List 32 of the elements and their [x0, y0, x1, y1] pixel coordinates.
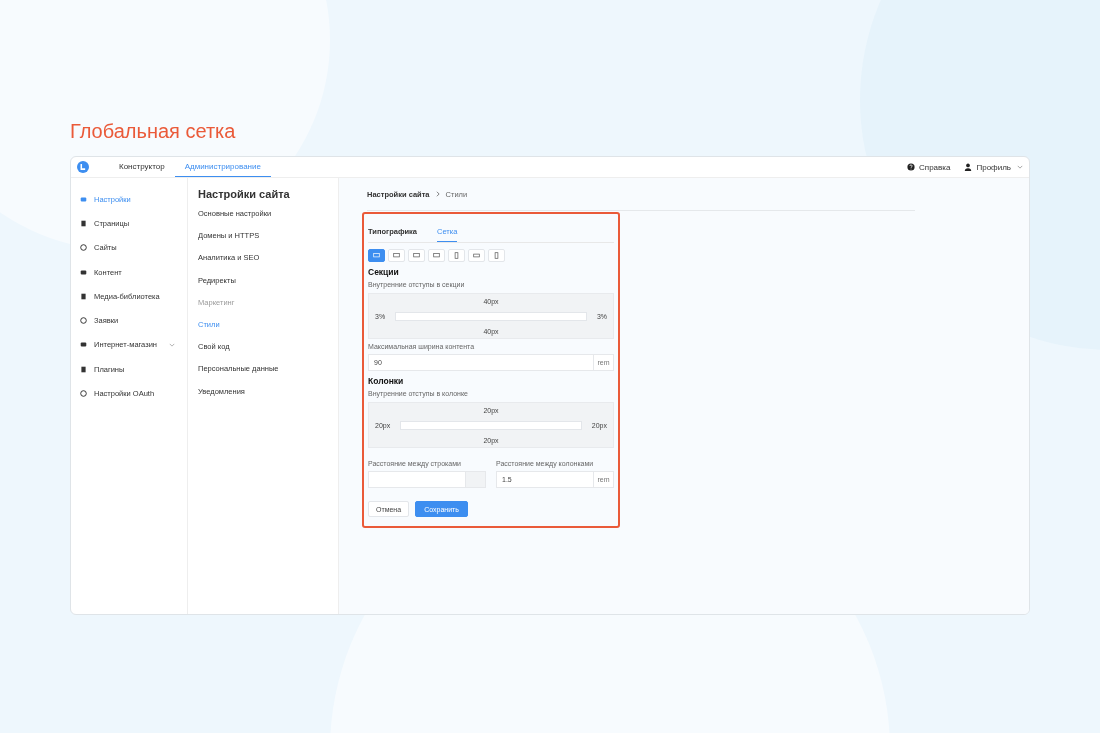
panel-title: Настройки сайта: [198, 188, 291, 200]
device-button[interactable]: [368, 249, 385, 262]
chevron-down-icon: [169, 342, 175, 347]
monitor-icon: [413, 252, 420, 259]
row-gap-field[interactable]: [368, 471, 486, 488]
menu-item-icon: [80, 195, 87, 203]
profile-menu[interactable]: Профиль: [976, 162, 1011, 172]
nav-tab[interactable]: Конструктор: [109, 157, 175, 177]
help-icon[interactable]: [907, 163, 916, 171]
section-title: Секции: [368, 267, 400, 277]
logo-icon: [77, 161, 89, 173]
section-title: Колонки: [368, 376, 405, 386]
menu-item-icon: [80, 390, 87, 397]
menu-item-icon: [80, 341, 87, 349]
menu-item-icon: [80, 365, 87, 373]
nav-tab[interactable]: Администрирование: [174, 157, 271, 177]
menu-item-icon: [80, 292, 87, 300]
help-link[interactable]: Справка: [919, 162, 951, 172]
phone-icon: [453, 252, 460, 259]
monitor-icon: [393, 252, 400, 259]
page-heading: Глобальная сетка: [69, 119, 237, 144]
monitor-icon: [373, 252, 380, 259]
user-icon: [964, 163, 973, 171]
chevron-right-icon: [435, 191, 440, 197]
menu-item-icon: [80, 268, 87, 276]
menu-item-icon: [80, 219, 87, 227]
chevron-down-icon: [1017, 165, 1023, 169]
menu-item-icon: [80, 317, 87, 325]
tablet-icon: [473, 252, 480, 259]
phone-icon: [493, 252, 500, 259]
monitor-icon: [433, 252, 440, 259]
menu-item-icon: [80, 244, 87, 252]
